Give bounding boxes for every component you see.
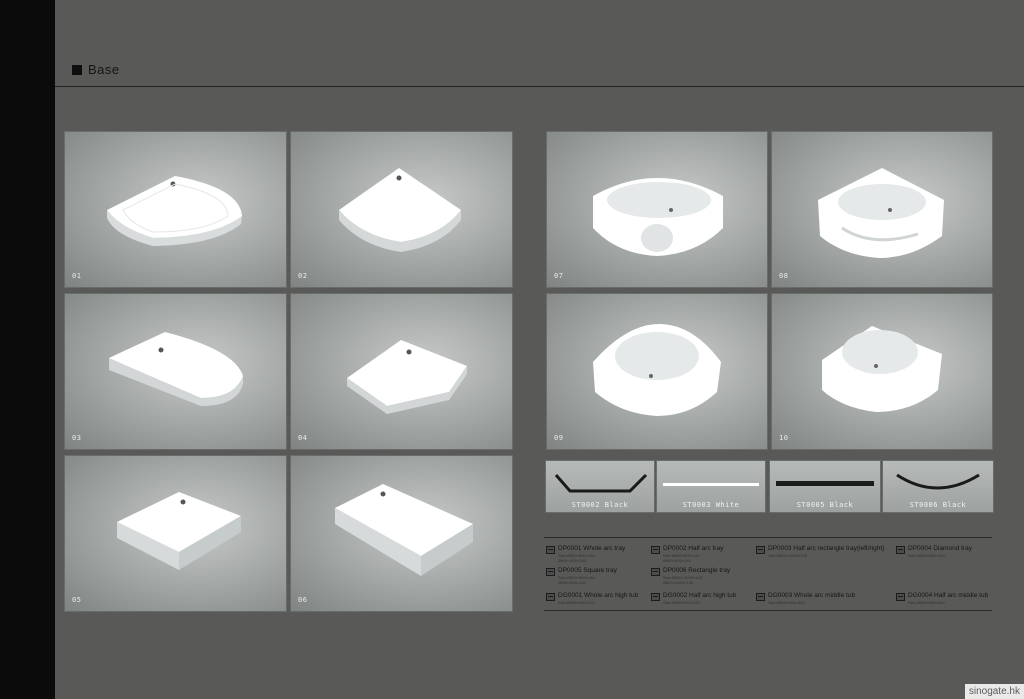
quarter-tray-illustration bbox=[107, 176, 242, 246]
strip-st0006[interactable]: ST0006 Black bbox=[882, 460, 994, 513]
legend-size: Size:Ø800×1200×140 bbox=[768, 553, 807, 558]
legend-code: DG0001 Whole arc high tub bbox=[558, 592, 639, 599]
legend-item: DP0004 Diamond tray Size:Ø900×900×140 bbox=[896, 545, 972, 558]
tile-number: 04 bbox=[298, 434, 308, 442]
whole-arc-middle-tub-illustration bbox=[593, 324, 721, 416]
legend-item: DP0003 Half arc rectangle tray(left/righ… bbox=[756, 545, 884, 558]
section-title: Base bbox=[88, 62, 120, 77]
half-arc-high-tub-illustration bbox=[818, 168, 944, 258]
rect-tray-illustration bbox=[335, 484, 473, 576]
legend-item: DG0004 Half arc middle tub Size:Ø900×900×… bbox=[896, 592, 988, 605]
legend-code: DP0004 Diamond tray bbox=[908, 545, 972, 552]
legend-size: Size:Ø900×900×300 bbox=[768, 600, 805, 605]
legend-bottom-rule bbox=[544, 610, 992, 611]
product-icon bbox=[651, 593, 660, 601]
legend-size: Size:Ø900×900×300 bbox=[908, 600, 945, 605]
product-tile-03[interactable]: 03 bbox=[64, 293, 287, 450]
product-icon bbox=[896, 593, 905, 601]
legend-item: DG0002 Half arc high tub Size:Ø900×900×47… bbox=[651, 592, 736, 605]
strip-label: ST0002 Black bbox=[571, 501, 629, 509]
strip-label: ST0003 White bbox=[682, 501, 740, 509]
header-square-icon bbox=[72, 64, 82, 75]
legend-item: DP0001 Whole arc tray Size:Ø800×800×140 Ø9… bbox=[546, 545, 625, 563]
product-icon bbox=[546, 546, 555, 554]
strip-st0005[interactable]: ST0005 Black bbox=[769, 460, 881, 513]
tile-number: 02 bbox=[298, 272, 308, 280]
section-header: Base bbox=[72, 62, 120, 77]
strip-label: ST0005 Black bbox=[796, 501, 854, 509]
tile-number: 05 bbox=[72, 596, 82, 604]
legend-code: DP0006 Rectangle tray bbox=[663, 567, 731, 574]
legend-code: DP0003 Half arc rectangle tray(left/righ… bbox=[768, 545, 885, 552]
strip-label: ST0006 Black bbox=[909, 501, 967, 509]
product-tile-05[interactable]: 05 bbox=[64, 455, 287, 612]
product-icon bbox=[756, 546, 765, 554]
product-icon bbox=[546, 593, 555, 601]
product-tile-08[interactable]: 08 bbox=[771, 131, 993, 288]
product-icon bbox=[756, 593, 765, 601]
whole-arc-high-tub-illustration bbox=[593, 178, 723, 256]
product-tile-10[interactable]: 10 bbox=[771, 293, 993, 450]
tile-number: 06 bbox=[298, 596, 308, 604]
header-divider bbox=[55, 86, 1024, 87]
legend-code: DG0002 Half arc high tub bbox=[663, 592, 737, 599]
legend-item: DP0006 Rectangle tray Size:Ø800×1000×140 Ø… bbox=[651, 567, 730, 585]
legend-size: Size:Ø900×900×470 bbox=[558, 600, 595, 605]
left-black-bar bbox=[0, 0, 55, 699]
product-icon bbox=[651, 568, 660, 576]
legend-code: DP0005 Square tray bbox=[558, 567, 617, 574]
diamond-tray-illustration bbox=[347, 340, 467, 414]
legend-top-rule bbox=[544, 537, 992, 538]
strip-st0003[interactable]: ST0003 White bbox=[656, 460, 766, 513]
strip-st0002[interactable]: ST0002 Black bbox=[545, 460, 655, 513]
product-icon bbox=[651, 546, 660, 554]
rect-arc-tray-illustration bbox=[109, 332, 243, 406]
legend-item: DG0003 Whole arc middle tub Size:Ø900×900… bbox=[756, 592, 855, 605]
tile-number: 10 bbox=[779, 434, 789, 442]
tile-number: 01 bbox=[72, 272, 82, 280]
legend-size: Size:Ø900×900×140 bbox=[908, 553, 945, 558]
product-tile-09[interactable]: 09 bbox=[546, 293, 768, 450]
legend-code: DG0003 Whole arc middle tub bbox=[768, 592, 856, 599]
legend-item: DP0002 Half arc tray Size:Ø800×800×140 Ø90… bbox=[651, 545, 723, 563]
half-arc-middle-tub-illustration bbox=[822, 326, 942, 412]
product-tile-04[interactable]: 04 bbox=[290, 293, 513, 450]
half-arc-tray-illustration bbox=[339, 168, 461, 252]
legend-size: Size:Ø900×900×470 bbox=[663, 600, 700, 605]
legend-item: DG0001 Whole arc high tub Size:Ø900×900×4… bbox=[546, 592, 638, 605]
legend-item: DP0005 Square tray Size:Ø800×800×140 Ø900×… bbox=[546, 567, 617, 585]
legend-code: DP0002 Half arc tray bbox=[663, 545, 724, 552]
tile-number: 07 bbox=[554, 272, 564, 280]
tile-number: 08 bbox=[779, 272, 789, 280]
legend-code: DP0001 Whole arc tray bbox=[558, 545, 626, 552]
legend-size: Size:Ø800×1000×140 Ø800×1200×140 bbox=[663, 575, 702, 585]
tile-number: 03 bbox=[72, 434, 82, 442]
legend-code: DG0004 Half arc middle tub bbox=[908, 592, 989, 599]
product-icon bbox=[896, 546, 905, 554]
legend-size: Size:Ø800×800×140 Ø900×900×140 bbox=[558, 575, 595, 585]
product-tile-02[interactable]: 02 bbox=[290, 131, 513, 288]
tile-number: 09 bbox=[554, 434, 564, 442]
product-tile-06[interactable]: 06 bbox=[290, 455, 513, 612]
legend-size: Size:Ø800×800×140 Ø900×900×140 bbox=[558, 553, 595, 563]
product-tile-01[interactable]: 01 bbox=[64, 131, 287, 288]
legend-size: Size:Ø800×800×140 Ø900×900×140 bbox=[663, 553, 700, 563]
product-icon bbox=[546, 568, 555, 576]
watermark: sinogate.hk bbox=[964, 684, 1024, 699]
product-tile-07[interactable]: 07 bbox=[546, 131, 768, 288]
square-tray-illustration bbox=[117, 492, 241, 570]
